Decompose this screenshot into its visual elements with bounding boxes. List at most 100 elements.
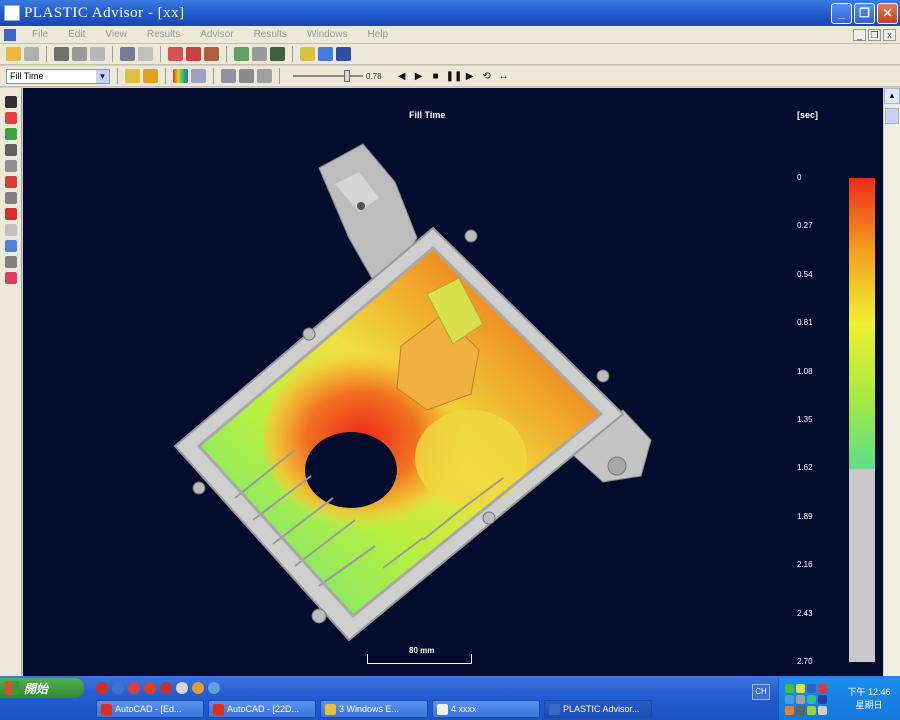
- results-icon[interactable]: [270, 47, 285, 61]
- material-icon[interactable]: [186, 47, 201, 61]
- plastic-advisor-icon: [549, 704, 560, 715]
- folder-icon: [325, 704, 336, 715]
- scroll-thumb[interactable]: [885, 108, 899, 124]
- menu-view[interactable]: View: [95, 29, 137, 40]
- tray-icon-12[interactable]: [818, 706, 827, 715]
- section-icon[interactable]: [4, 240, 17, 252]
- pick-icon[interactable]: [4, 112, 17, 124]
- reset-view-icon[interactable]: [4, 272, 17, 284]
- app-icon-3[interactable]: [128, 682, 140, 694]
- injection-point-icon[interactable]: [204, 47, 219, 61]
- animation-slider[interactable]: [293, 70, 363, 82]
- tray-icon-2[interactable]: [796, 684, 805, 693]
- tray-icon-11[interactable]: [807, 706, 816, 715]
- task-autocad-2[interactable]: AutoCAD - [22D...: [208, 700, 316, 718]
- language-indicator[interactable]: CH: [752, 684, 770, 700]
- play-button[interactable]: ▶: [412, 71, 426, 82]
- stop-button[interactable]: ■: [429, 71, 443, 82]
- tray-icon-10[interactable]: [796, 706, 805, 715]
- result-type-select[interactable]: Fill Time ▼: [6, 68, 110, 84]
- ie-icon[interactable]: [112, 682, 124, 694]
- step-back-button[interactable]: ◀: [395, 71, 409, 82]
- menu-bar: File Edit View Results Advisor Results W…: [0, 26, 900, 44]
- menu-windows[interactable]: Windows: [297, 29, 358, 40]
- menu-help[interactable]: Help: [358, 29, 399, 40]
- tray-icon-8[interactable]: [818, 695, 827, 704]
- app-icon-4[interactable]: [144, 682, 156, 694]
- start-button[interactable]: 開始: [0, 678, 84, 698]
- restore-button[interactable]: ❐: [854, 2, 875, 24]
- tray-icon-7[interactable]: [807, 695, 816, 704]
- loop-button[interactable]: ⟲: [480, 71, 494, 82]
- app-icon-7[interactable]: [192, 682, 204, 694]
- autocad-icon: [101, 704, 112, 715]
- toolbar-separator: [46, 46, 47, 62]
- result-viewport[interactable]: Fill Time [sec] 0 0.27 0.54 0.81 1.08 1.35 1.6…: [23, 88, 883, 676]
- task-windows-explorer[interactable]: 3 Windows E...: [320, 700, 428, 718]
- tray-icon-6[interactable]: [796, 695, 805, 704]
- volume-icon[interactable]: [785, 706, 794, 715]
- tray-icon-5[interactable]: [785, 695, 794, 704]
- copy-icon[interactable]: [90, 47, 105, 61]
- bounce-button[interactable]: ↔: [497, 71, 511, 82]
- plot-properties-icon[interactable]: [125, 69, 140, 83]
- table-icon[interactable]: [221, 69, 236, 83]
- select-icon[interactable]: [4, 96, 17, 108]
- tray-icon-4[interactable]: [818, 684, 827, 693]
- report-icon[interactable]: [239, 69, 254, 83]
- app-icon-8[interactable]: [208, 682, 220, 694]
- green-cube-icon[interactable]: [4, 128, 17, 140]
- mdi-minimize-button[interactable]: _: [853, 28, 866, 41]
- rotate-icon[interactable]: [4, 160, 17, 172]
- app-icon-5[interactable]: [160, 682, 172, 694]
- chevron-down-icon[interactable]: ▼: [96, 69, 109, 83]
- app-icon-6[interactable]: [176, 682, 188, 694]
- mdi-restore-button[interactable]: ❐: [868, 28, 881, 41]
- help-icon[interactable]: [318, 47, 333, 61]
- legend-label: 0.81: [797, 318, 813, 328]
- menu-file[interactable]: File: [22, 29, 58, 40]
- autocad-icon[interactable]: [96, 682, 108, 694]
- slider-thumb[interactable]: [344, 70, 351, 82]
- advisor-icon[interactable]: [300, 47, 315, 61]
- pan-icon[interactable]: [4, 176, 17, 188]
- measure-icon[interactable]: [4, 224, 17, 236]
- layers-icon[interactable]: [257, 69, 272, 83]
- zoom-icon[interactable]: [4, 192, 17, 204]
- document-icon[interactable]: [4, 28, 16, 41]
- toolbar-separator: [112, 46, 113, 62]
- print-icon[interactable]: [54, 47, 69, 61]
- result-options-icon[interactable]: [143, 69, 158, 83]
- toolbar-separator: [165, 68, 166, 84]
- view-icon[interactable]: [191, 69, 206, 83]
- scroll-up-icon[interactable]: ▲: [884, 88, 900, 104]
- open-icon[interactable]: [6, 47, 21, 61]
- part-icon[interactable]: [168, 47, 183, 61]
- minimize-button[interactable]: _: [831, 2, 852, 24]
- wire-cube-icon[interactable]: [4, 144, 17, 156]
- undo-icon[interactable]: [120, 47, 135, 61]
- task-autocad-1[interactable]: AutoCAD - [Ed...: [96, 700, 204, 718]
- print-preview-icon[interactable]: [72, 47, 87, 61]
- color-scale-icon[interactable]: [173, 69, 188, 83]
- menu-edit[interactable]: Edit: [58, 29, 95, 40]
- tray-icon-3[interactable]: [807, 684, 816, 693]
- dimension-icon[interactable]: [4, 256, 17, 268]
- step-forward-button[interactable]: ▶: [463, 71, 477, 82]
- task-plastic-advisor[interactable]: PLASTIC Advisor...: [544, 700, 652, 718]
- pause-button[interactable]: ❚❚: [446, 71, 463, 82]
- mdi-close-button[interactable]: x: [883, 28, 896, 41]
- menu-results[interactable]: Results: [137, 29, 190, 40]
- save-icon[interactable]: [24, 47, 39, 61]
- task-4[interactable]: 4 xxxx: [432, 700, 540, 718]
- analysis-icon[interactable]: [252, 47, 267, 61]
- menu-advisor[interactable]: Advisor: [190, 29, 243, 40]
- mesh-icon[interactable]: [234, 47, 249, 61]
- redo-icon[interactable]: [138, 47, 153, 61]
- zoom-window-icon[interactable]: [4, 208, 17, 220]
- vertical-scrollbar[interactable]: ▲: [883, 88, 900, 676]
- menu-results-2[interactable]: Results: [244, 29, 297, 40]
- network-icon[interactable]: [785, 684, 794, 693]
- context-help-icon[interactable]: [336, 47, 351, 61]
- close-button[interactable]: ✕: [877, 2, 898, 24]
